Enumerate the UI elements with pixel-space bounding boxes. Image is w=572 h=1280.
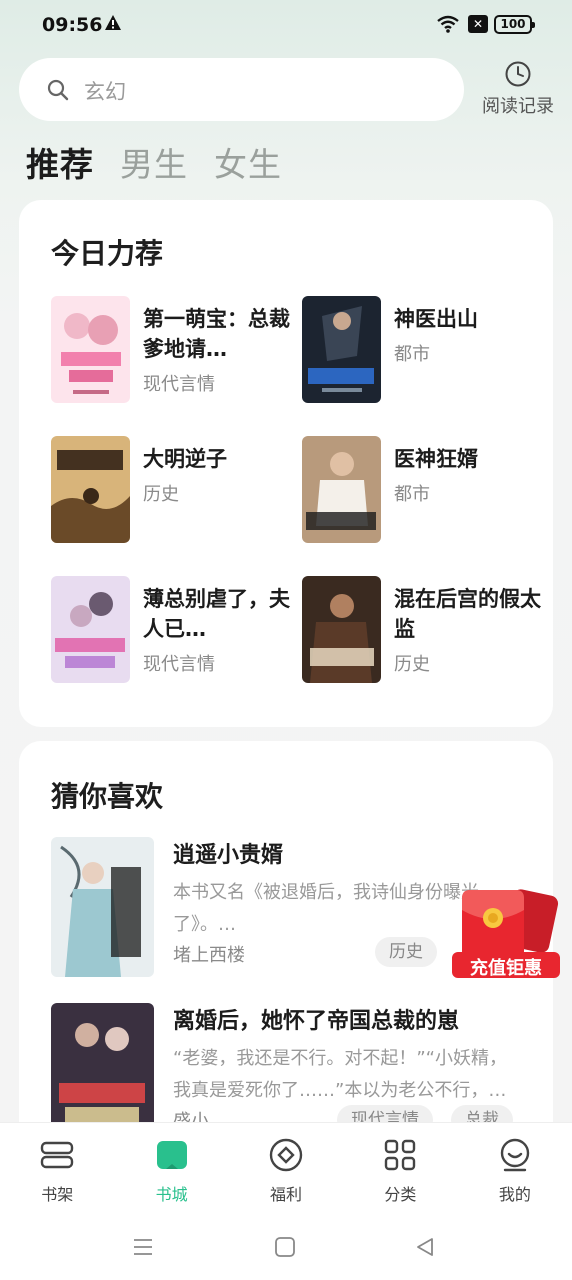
tab-recommend[interactable]: 推荐 [26, 138, 94, 186]
nav-category[interactable]: 分类 [343, 1123, 457, 1214]
tab-female[interactable]: 女生 [214, 138, 282, 186]
guess-title: 猜你喜欢 [51, 780, 164, 813]
status-time: 09:56 [42, 14, 103, 36]
menu-icon[interactable] [132, 1236, 154, 1258]
book-item[interactable]: 大明逆子 历史 [51, 436, 291, 544]
book-title: 离婚后，她怀了帝国总裁的崽 [173, 1009, 460, 1034]
book-cover [51, 576, 130, 683]
profile-icon [500, 1138, 530, 1172]
nav-profile[interactable]: 我的 [458, 1123, 572, 1214]
book-item[interactable]: 第一萌宝：总裁爹地请… 现代言情 [51, 296, 291, 404]
reading-history-label: 阅读记录 [482, 96, 554, 117]
search-icon [47, 79, 69, 101]
recharge-promo-button[interactable]: 充值钜惠 [452, 880, 560, 980]
clock-icon [505, 61, 531, 87]
nav-label: 我的 [498, 1185, 531, 1204]
book-cover [51, 296, 130, 403]
book-item[interactable]: 混在后宫的假太监 历史 [302, 576, 542, 684]
book-author: 堵上西楼 [173, 945, 245, 966]
bottom-nav: 书架 书城 福利 分类 我的 [0, 1122, 572, 1214]
recommend-title: 今日力荐 [51, 237, 164, 270]
book-genre: 都市 [394, 344, 430, 365]
book-title: 神医出山 [394, 307, 478, 331]
alert-icon [105, 15, 121, 30]
book-title: 混在后宫的假太监 [394, 587, 541, 641]
book-title: 薄总别虐了，夫人已… [143, 587, 290, 641]
nav-label: 分类 [384, 1185, 417, 1204]
book-cover [51, 837, 154, 977]
grid-icon [385, 1139, 416, 1171]
category-tabs: 推荐 男生 女生 [26, 138, 282, 186]
book-genre: 历史 [394, 654, 430, 675]
book-open-icon [156, 1141, 187, 1169]
book-title: 医神狂婿 [394, 447, 478, 471]
recommend-card: 今日力荐 第一萌宝：总裁爹地请… 现代言情 神医出山 都市 大明逆子 历史 医神… [19, 200, 553, 727]
nav-bookstore[interactable]: 书城 [114, 1123, 228, 1214]
nav-label: 福利 [270, 1185, 303, 1204]
book-genre: 现代言情 [143, 374, 215, 395]
book-cover [302, 296, 381, 403]
nav-label: 书城 [155, 1185, 188, 1204]
book-desc: “老婆，我还是不行。对不起！”“小妖精，我真是爱死你了……”本以为老公不行，… [173, 1048, 507, 1101]
book-tag: 历史 [375, 937, 437, 967]
book-item[interactable]: 医神狂婿 都市 [302, 436, 542, 544]
book-item[interactable]: 神医出山 都市 [302, 296, 542, 404]
welfare-icon [269, 1138, 303, 1172]
tab-male[interactable]: 男生 [120, 138, 188, 186]
search-placeholder: 玄幻 [84, 80, 126, 104]
book-item[interactable]: 逍遥小贵婿 本书又名《被退婚后，我诗仙身份曝光了》。… 堵上西楼 历史 [51, 837, 521, 977]
book-cover [302, 576, 381, 683]
book-title: 大明逆子 [143, 447, 227, 471]
book-title: 逍遥小贵婿 [173, 843, 284, 868]
home-icon[interactable] [274, 1236, 296, 1258]
recharge-promo-label: 充值钜惠 [470, 958, 542, 979]
battery-icon: 100 [494, 15, 535, 34]
wifi-icon [437, 15, 459, 33]
no-sim-icon: ✕ [468, 15, 488, 33]
status-bar: 09:56 ✕ 100 [0, 0, 572, 50]
nav-welfare[interactable]: 福利 [229, 1123, 343, 1214]
book-cover [302, 436, 381, 543]
book-item[interactable]: 薄总别虐了，夫人已… 现代言情 [51, 576, 291, 684]
nav-label: 书架 [41, 1185, 74, 1204]
book-cover [51, 436, 130, 543]
back-icon[interactable] [414, 1236, 436, 1258]
nav-bookshelf[interactable]: 书架 [0, 1123, 114, 1214]
book-genre: 历史 [143, 484, 179, 505]
bookshelf-icon [41, 1141, 74, 1169]
reading-history-button[interactable]: 阅读记录 [478, 60, 558, 120]
book-genre: 都市 [394, 484, 430, 505]
system-nav-bar [0, 1214, 572, 1280]
book-genre: 现代言情 [143, 654, 215, 675]
book-title: 第一萌宝：总裁爹地请… [143, 307, 290, 361]
